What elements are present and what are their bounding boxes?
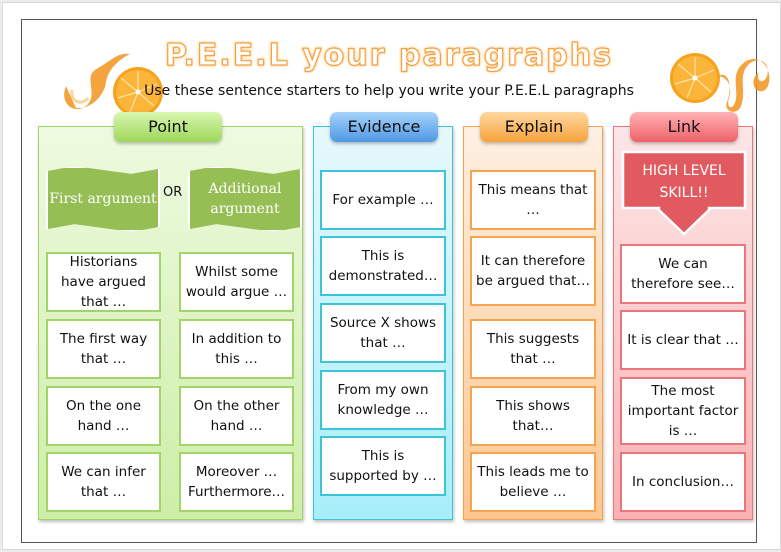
evidence-card: Source X shows that … [320, 303, 446, 363]
high-level-skill-callout: HIGH LEVEL SKILL!! [621, 150, 747, 238]
link-card: We can therefore see… [620, 244, 746, 304]
link-card: The most important factor is … [620, 377, 746, 445]
explain-header: Explain [480, 112, 588, 142]
point-card: On the other hand … [179, 386, 294, 446]
point-card: We can infer that … [46, 452, 161, 512]
point-card: Moreover … Furthermore… [179, 452, 294, 512]
additional-argument-banner: Additional argument [188, 166, 302, 232]
point-card: Whilst some would argue … [179, 252, 294, 312]
document-page: P.E.E.L your paragraphs Use these senten… [2, 2, 781, 550]
link-header: Link [630, 112, 738, 142]
evidence-header: Evidence [330, 112, 438, 142]
point-header: Point [114, 112, 222, 142]
explain-card: This suggests that … [470, 319, 596, 379]
point-card: On the one hand … [46, 386, 161, 446]
point-card: Historians have argued that … [46, 252, 161, 312]
evidence-card: This is supported by … [320, 436, 446, 496]
first-argument-banner: First argument [46, 166, 160, 232]
page-subtitle: Use these sentence starters to help you … [144, 83, 634, 99]
worksheet: P.E.E.L your paragraphs Use these senten… [21, 19, 770, 543]
explain-card: This means that … [470, 170, 596, 230]
point-card: In addition to this … [179, 319, 294, 379]
high-level-skill-text: HIGH LEVEL SKILL!! [642, 163, 726, 201]
evidence-card: For example … [320, 170, 446, 230]
link-card: In conclusion… [620, 452, 746, 512]
or-connector: OR [163, 185, 183, 200]
evidence-card: From my own knowledge … [320, 370, 446, 430]
point-card: The first way that … [46, 319, 161, 379]
link-card: It is clear that … [620, 310, 746, 370]
evidence-card: This is demonstrated… [320, 236, 446, 296]
explain-card: This leads me to believe … [470, 452, 596, 512]
page-title: P.E.E.L your paragraphs [164, 37, 613, 73]
explain-card: This shows that… [470, 386, 596, 446]
explain-card: It can therefore be argued that… [470, 236, 596, 306]
